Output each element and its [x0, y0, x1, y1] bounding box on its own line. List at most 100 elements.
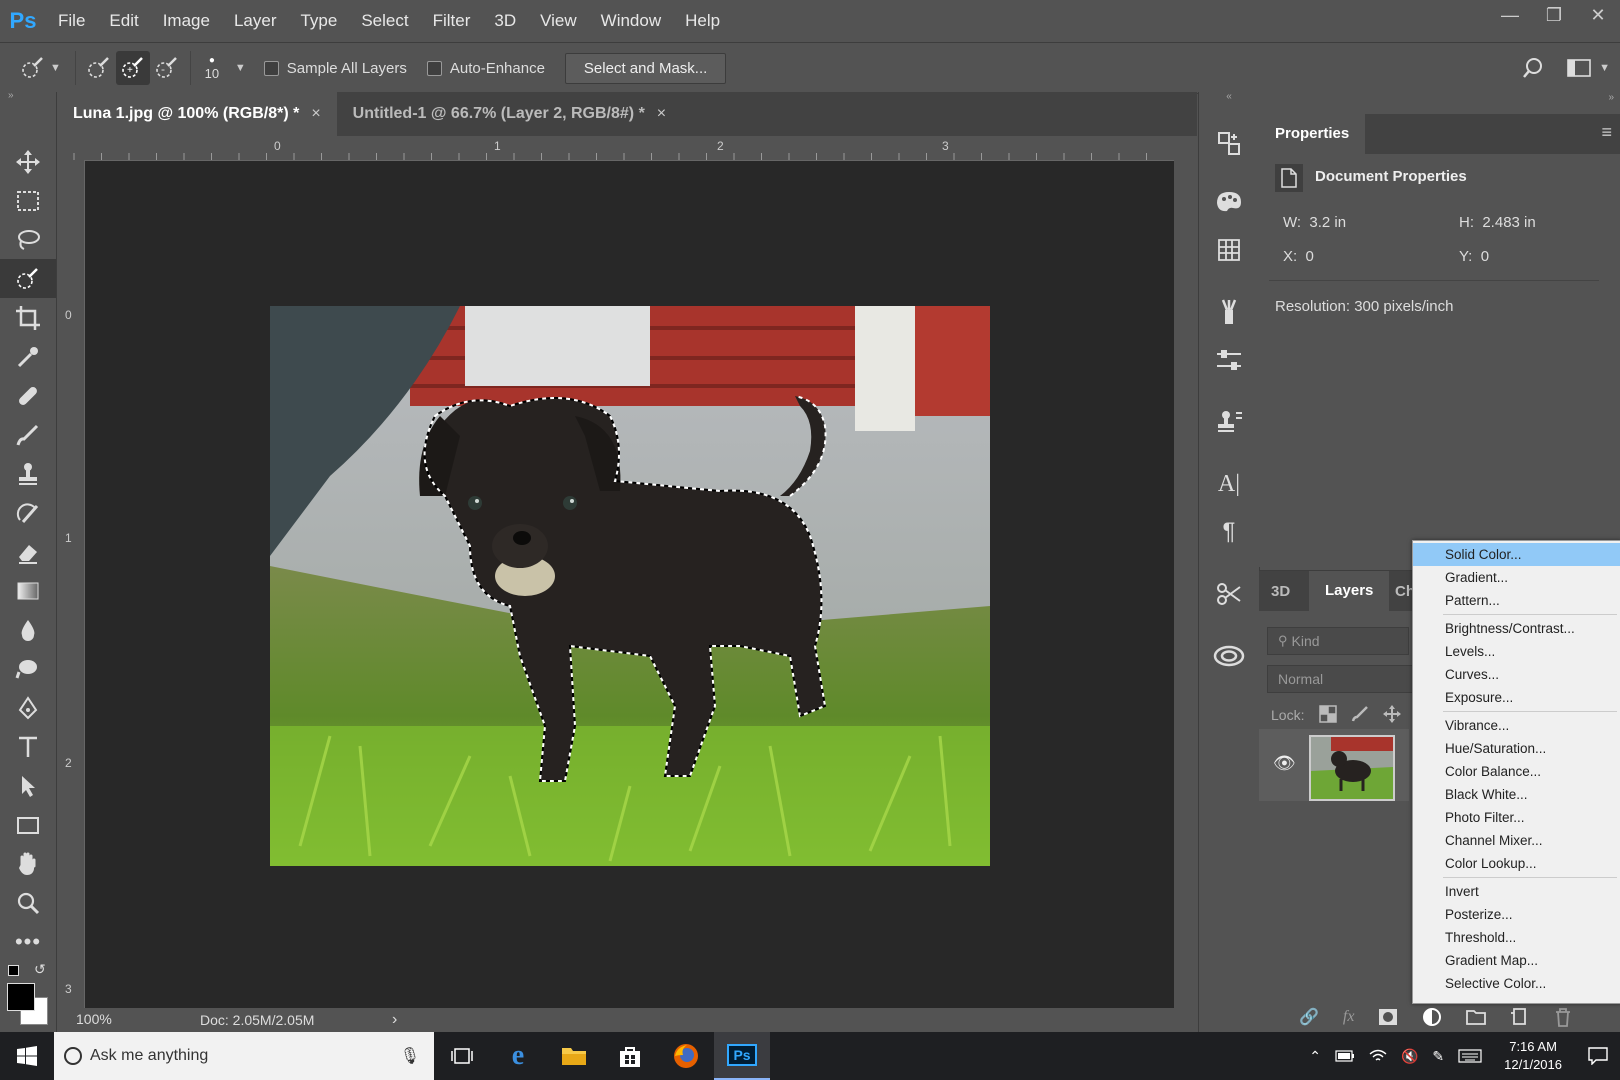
menu-type[interactable]: Type	[288, 0, 349, 42]
menu-item-color-balance[interactable]: Color Balance...	[1413, 760, 1620, 783]
file-explorer-button[interactable]	[546, 1032, 602, 1080]
type-tool[interactable]	[0, 727, 56, 766]
rectangle-tool[interactable]	[0, 805, 56, 844]
panel-menu-icon[interactable]: ≡	[1601, 122, 1612, 143]
default-colors-icon[interactable]	[8, 965, 19, 976]
menu-item-invert[interactable]: Invert	[1413, 880, 1620, 903]
menu-item-posterize[interactable]: Posterize...	[1413, 903, 1620, 926]
menu-view[interactable]: View	[528, 0, 589, 42]
minimize-button[interactable]: —	[1488, 0, 1532, 30]
hand-tool[interactable]	[0, 844, 56, 883]
menu-item-gradient[interactable]: Gradient...	[1413, 566, 1620, 589]
path-selection-tool[interactable]	[0, 766, 56, 805]
document-image[interactable]	[270, 306, 990, 866]
menu-item-pattern[interactable]: Pattern...	[1413, 589, 1620, 612]
collapse-icon[interactable]: «	[1199, 92, 1259, 102]
menu-window[interactable]: Window	[589, 0, 673, 42]
sample-all-layers-checkbox[interactable]: Sample All Layers	[263, 60, 407, 77]
healing-brush-tool[interactable]	[0, 376, 56, 415]
y-value[interactable]: 0	[1481, 248, 1489, 265]
tab-3d[interactable]: 3D	[1271, 583, 1290, 600]
menu-item-solid-color[interactable]: Solid Color...	[1413, 543, 1620, 566]
brush-size-picker[interactable]: ● 10	[197, 55, 227, 81]
microphone-icon[interactable]: 🎙	[400, 1046, 420, 1066]
trash-icon[interactable]	[1554, 1007, 1572, 1027]
menu-item-selective-color[interactable]: Selective Color...	[1413, 972, 1620, 995]
add-to-selection-button[interactable]: +	[115, 51, 150, 85]
menu-item-threshold[interactable]: Threshold...	[1413, 926, 1620, 949]
brushes-panel-button[interactable]	[1199, 288, 1259, 336]
layer-row-background[interactable]: 👁	[1259, 729, 1409, 801]
close-icon[interactable]: ×	[657, 105, 666, 123]
menu-help[interactable]: Help	[673, 0, 732, 42]
status-menu-arrow[interactable]: ›	[392, 1011, 397, 1029]
collapse-icon[interactable]: »	[0, 91, 56, 101]
blur-tool[interactable]	[0, 610, 56, 649]
pen-tool[interactable]	[0, 688, 56, 727]
chevron-down-icon[interactable]: ▼	[235, 62, 246, 74]
eye-icon[interactable]: 👁	[1273, 753, 1296, 774]
menu-item-photo-filter[interactable]: Photo Filter...	[1413, 806, 1620, 829]
zoom-level[interactable]: 100%	[76, 1011, 112, 1027]
tool-preset-picker[interactable]	[16, 51, 50, 85]
color-panel-button[interactable]	[1199, 178, 1259, 226]
search-button[interactable]	[1511, 57, 1555, 79]
keyboard-icon[interactable]	[1458, 1049, 1482, 1063]
crop-tool[interactable]	[0, 298, 56, 337]
close-icon[interactable]: ×	[311, 105, 320, 123]
tool-presets-panel-button[interactable]	[1199, 570, 1259, 618]
folder-icon[interactable]	[1466, 1008, 1487, 1026]
history-brush-tool[interactable]	[0, 493, 56, 532]
checkbox-box[interactable]	[426, 60, 442, 76]
volume-muted-icon[interactable]: 🔇	[1401, 1048, 1418, 1065]
action-center-button[interactable]	[1576, 1032, 1620, 1080]
chevron-down-icon[interactable]: ▼	[50, 62, 61, 74]
workspace-switcher[interactable]: ▼	[1567, 58, 1610, 78]
add-mask-icon[interactable]	[1378, 1008, 1398, 1026]
character-panel-button[interactable]: A|	[1199, 460, 1259, 508]
new-selection-button[interactable]	[82, 51, 116, 85]
marquee-tool[interactable]	[0, 181, 56, 220]
move-tool[interactable]	[0, 142, 56, 181]
menu-layer[interactable]: Layer	[222, 0, 289, 42]
subtract-from-selection-button[interactable]: -	[150, 51, 184, 85]
taskbar-search[interactable]: Ask me anything 🎙	[54, 1032, 434, 1080]
clone-source-panel-button[interactable]	[1199, 398, 1259, 446]
layer-filter-kind[interactable]: ⚲ Kind	[1267, 627, 1409, 655]
lock-transparent-icon[interactable]	[1319, 705, 1337, 723]
tab-luna[interactable]: Luna 1.jpg @ 100% (RGB/8*) * ×	[57, 92, 337, 136]
menu-3d[interactable]: 3D	[482, 0, 528, 42]
menu-file[interactable]: File	[46, 0, 97, 42]
menu-item-black-white[interactable]: Black White...	[1413, 783, 1620, 806]
tab-properties[interactable]: Properties	[1259, 114, 1366, 154]
store-button[interactable]	[602, 1032, 658, 1080]
swatches-panel-button[interactable]	[1199, 226, 1259, 274]
fx-icon[interactable]: fx	[1343, 1008, 1355, 1026]
edge-button[interactable]: e	[490, 1032, 546, 1080]
select-and-mask-button[interactable]: Select and Mask...	[564, 52, 727, 84]
height-value[interactable]: 2.483 in	[1482, 214, 1535, 231]
firefox-button[interactable]	[658, 1032, 714, 1080]
link-layers-icon[interactable]: 🔗	[1299, 1007, 1319, 1027]
checkbox-box[interactable]	[263, 60, 279, 76]
close-window-button[interactable]: ✕	[1576, 0, 1620, 30]
task-view-button[interactable]	[434, 1032, 490, 1080]
new-layer-icon[interactable]	[1510, 1008, 1530, 1026]
show-hidden-icons-icon[interactable]: ⌃	[1309, 1048, 1321, 1065]
gradient-tool[interactable]	[0, 571, 56, 610]
libraries-panel-button[interactable]	[1199, 632, 1259, 680]
clone-stamp-tool[interactable]	[0, 454, 56, 493]
menu-item-channel-mixer[interactable]: Channel Mixer...	[1413, 829, 1620, 852]
lock-pixels-icon[interactable]	[1351, 705, 1369, 723]
more-tools[interactable]: •••	[0, 922, 56, 961]
blend-mode-select[interactable]: Normal	[1267, 665, 1429, 693]
paragraph-panel-button[interactable]: ¶	[1199, 508, 1259, 556]
lock-position-icon[interactable]	[1383, 705, 1401, 723]
menu-filter[interactable]: Filter	[421, 0, 483, 42]
wifi-icon[interactable]	[1369, 1049, 1387, 1063]
battery-icon[interactable]	[1335, 1050, 1355, 1062]
lasso-tool[interactable]	[0, 220, 56, 259]
tab-untitled[interactable]: Untitled-1 @ 66.7% (Layer 2, RGB/8#) * ×	[337, 92, 682, 136]
menu-select[interactable]: Select	[349, 0, 420, 42]
photoshop-taskbar-button[interactable]: Ps	[714, 1032, 770, 1080]
